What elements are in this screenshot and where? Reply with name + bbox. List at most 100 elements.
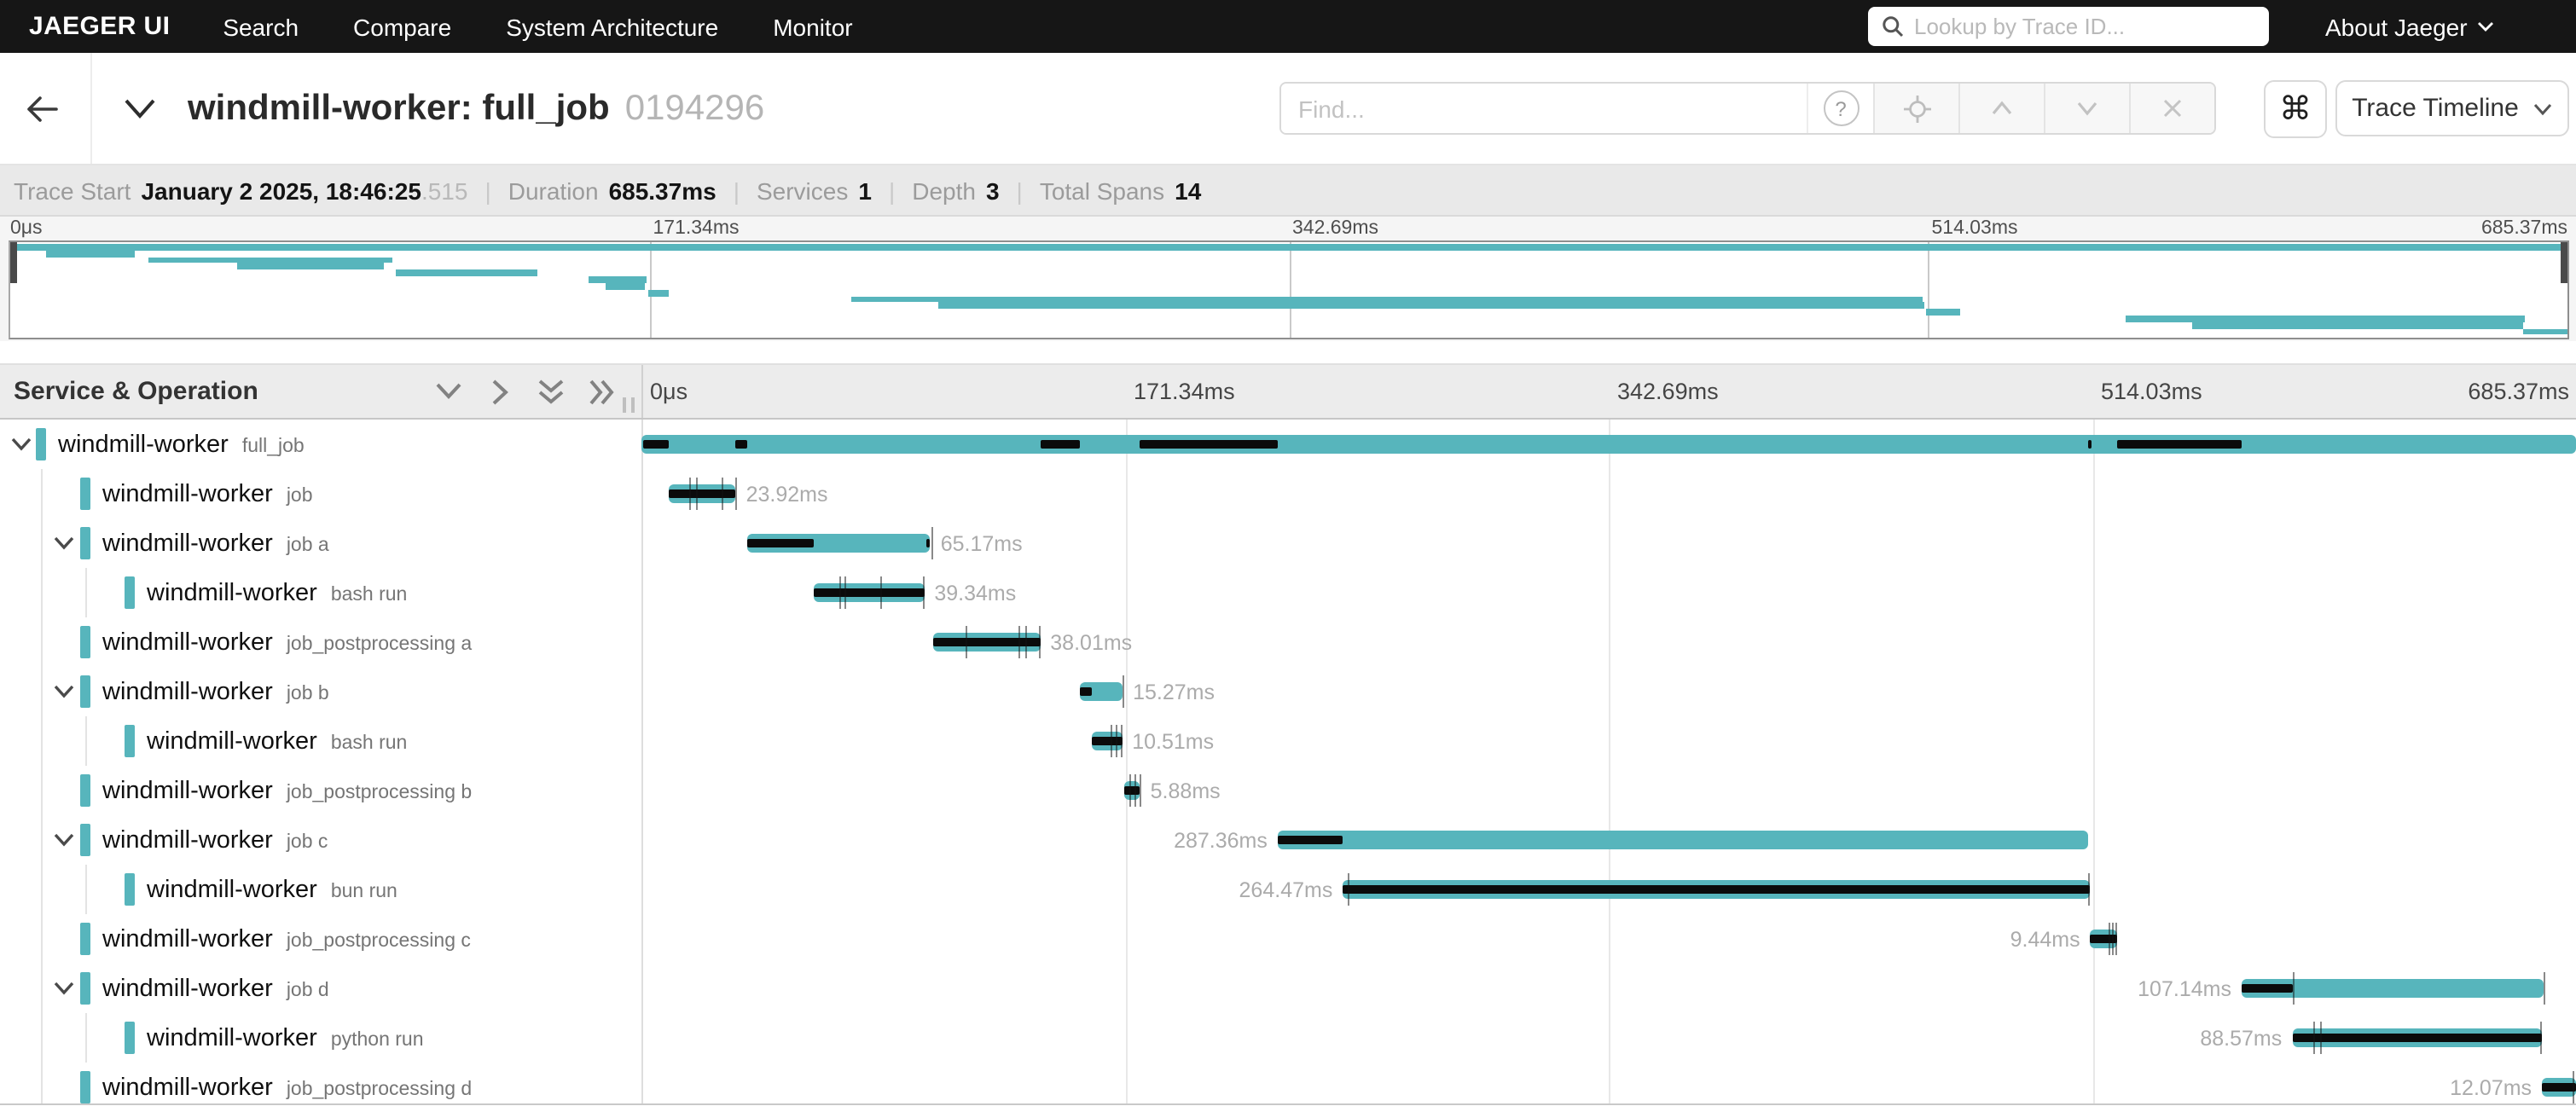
span-duration-bar[interactable] [933,633,1041,652]
span-duration-bar[interactable] [1343,880,2089,899]
span-row[interactable]: windmill-workerjob b15.27ms [0,667,2576,716]
service-name[interactable]: windmill-workerjob_postprocessing c [102,914,471,964]
service-name[interactable]: windmill-workerjob_postprocessing a [102,617,472,667]
spacer [0,341,2576,363]
span-row[interactable]: windmill-workerjob c287.36ms [0,815,2576,865]
service-name[interactable]: windmill-workerbun run [147,865,397,914]
indent-guide-line [41,667,43,716]
row-collapse-chevron[interactable] [51,532,75,554]
span-log-tick [931,527,933,559]
nav-item-monitor[interactable]: Monitor [773,13,852,40]
span-duration-bar[interactable] [1080,682,1123,701]
service-name[interactable]: windmill-workerjob c [102,815,328,865]
find-help-addon[interactable]: ? [1807,84,1873,133]
service-name[interactable]: windmill-workerpython run [147,1013,424,1063]
span-duration-label: 12.07ms [2450,1063,2532,1105]
span-row[interactable]: windmill-workerjob d107.14ms [0,964,2576,1013]
column-resize-grip[interactable] [623,397,635,413]
minimap-left-scrubber-handle[interactable] [10,242,17,283]
operation-name: job_postprocessing a [287,634,472,654]
collapse-trace-detail-chevron[interactable] [119,90,160,128]
row-collapse-chevron[interactable] [51,977,75,999]
span-duration-label: 38.01ms [1050,617,1132,667]
span-row[interactable]: windmill-workerjob_postprocessing c9.44m… [0,914,2576,964]
search-placeholder: Lookup by Trace ID... [1914,14,2125,39]
prev-result-button[interactable] [1958,84,2044,133]
collapse-one-button[interactable] [433,376,464,407]
expand-all-button[interactable] [587,376,618,407]
span-row[interactable]: windmill-workerfull_job [0,420,2576,469]
chevron-right-icon [490,378,509,405]
span-log-tick [2109,923,2110,955]
service-name[interactable]: windmill-workerbash run [147,716,407,766]
minimap-span-bar [589,276,647,283]
row-collapse-chevron[interactable] [51,681,75,703]
span-duration-bar[interactable] [1278,831,2089,849]
chevron-down-icon [2076,101,2098,116]
expand-one-button[interactable] [484,376,515,407]
service-name[interactable]: windmill-workerjob a [102,518,329,568]
service-name[interactable]: windmill-workerjob d [102,964,329,1013]
span-duration-bar[interactable] [1123,781,1140,800]
span-duration-bar[interactable] [746,534,931,553]
span-duration-bar[interactable] [1092,732,1122,750]
expand-collapse-controls [433,365,618,418]
nav-item-search[interactable]: Search [223,13,299,40]
span-row[interactable]: windmill-workerjob_postprocessing d 12.07… [0,1063,2576,1105]
critical-path-segment [2089,440,2092,449]
span-duration-bar[interactable] [2292,1028,2542,1047]
span-duration-bar[interactable] [2542,1078,2576,1097]
row-collapse-chevron[interactable] [51,829,75,851]
critical-path-segment [1040,440,1079,449]
service-name[interactable]: windmill-workerfull_job [58,420,305,469]
row-collapse-chevron[interactable] [9,433,32,455]
minimap-right-scrubber-handle[interactable] [2561,242,2567,283]
next-result-button[interactable] [2044,84,2129,133]
trace-id-search-box[interactable]: Lookup by Trace ID... [1868,7,2269,46]
span-row[interactable]: windmill-workerjob_postprocessing a 38.01… [0,617,2576,667]
service-color-bar [80,774,90,807]
search-icon [1882,15,1904,38]
span-row[interactable]: windmill-workerjob a65.17ms [0,518,2576,568]
critical-path-segment [746,539,813,547]
span-log-tick [840,576,842,609]
span-duration-bar[interactable] [2242,979,2544,998]
back-arrow-button[interactable] [17,84,68,135]
clear-find-button[interactable] [2129,84,2214,133]
focus-span-button[interactable] [1873,84,1958,133]
chevron-down-icon [2534,101,2553,115]
span-row[interactable]: windmill-workerjob23.92ms [0,469,2576,518]
nav-item-compare[interactable]: Compare [353,13,451,40]
service-name[interactable]: windmill-workerjob_postprocessing d [102,1063,472,1105]
trace-view-selector[interactable]: Trace Timeline [2335,80,2569,136]
collapse-all-button[interactable] [536,376,566,407]
service-name[interactable]: windmill-workerjob_postprocessing b [102,766,472,815]
span-duration-bar[interactable] [641,435,2576,454]
find-input[interactable] [1281,84,1807,133]
nav-item-system-architecture[interactable]: System Architecture [506,13,718,40]
summary-value-fraction: .515 [421,177,468,204]
span-log-tick [966,626,967,658]
span-row[interactable]: windmill-workerbash run39.34ms [0,568,2576,617]
jaeger-logo[interactable]: JAEGER UI [29,12,170,41]
about-jaeger-menu[interactable]: About Jaeger [2325,0,2495,53]
service-name[interactable]: windmill-workerjob [102,469,313,518]
span-row[interactable]: windmill-workerbash run10.51ms [0,716,2576,766]
chevron-down-icon [435,382,462,401]
span-row[interactable]: windmill-workerbun run264.47ms [0,865,2576,914]
vertical-divider [90,53,92,164]
span-log-tick [697,478,699,510]
span-duration-bar[interactable] [668,484,735,503]
service-name[interactable]: windmill-workerjob b [102,667,329,716]
span-row[interactable]: windmill-workerpython run88.57ms [0,1013,2576,1063]
minimap-canvas[interactable] [9,240,2569,339]
span-duration-bar[interactable] [813,583,924,602]
service-name[interactable]: windmill-workerbash run [147,568,407,617]
chevron-down-icon [2478,20,2495,32]
keyboard-shortcuts-button[interactable]: ⌘ [2264,80,2327,138]
indent-guide-line [41,617,43,667]
span-log-tick [1134,774,1135,807]
span-row[interactable]: windmill-workerjob_postprocessing b5.88m… [0,766,2576,815]
minimap-span-bar [606,283,646,290]
operation-name: bash run [331,584,408,605]
